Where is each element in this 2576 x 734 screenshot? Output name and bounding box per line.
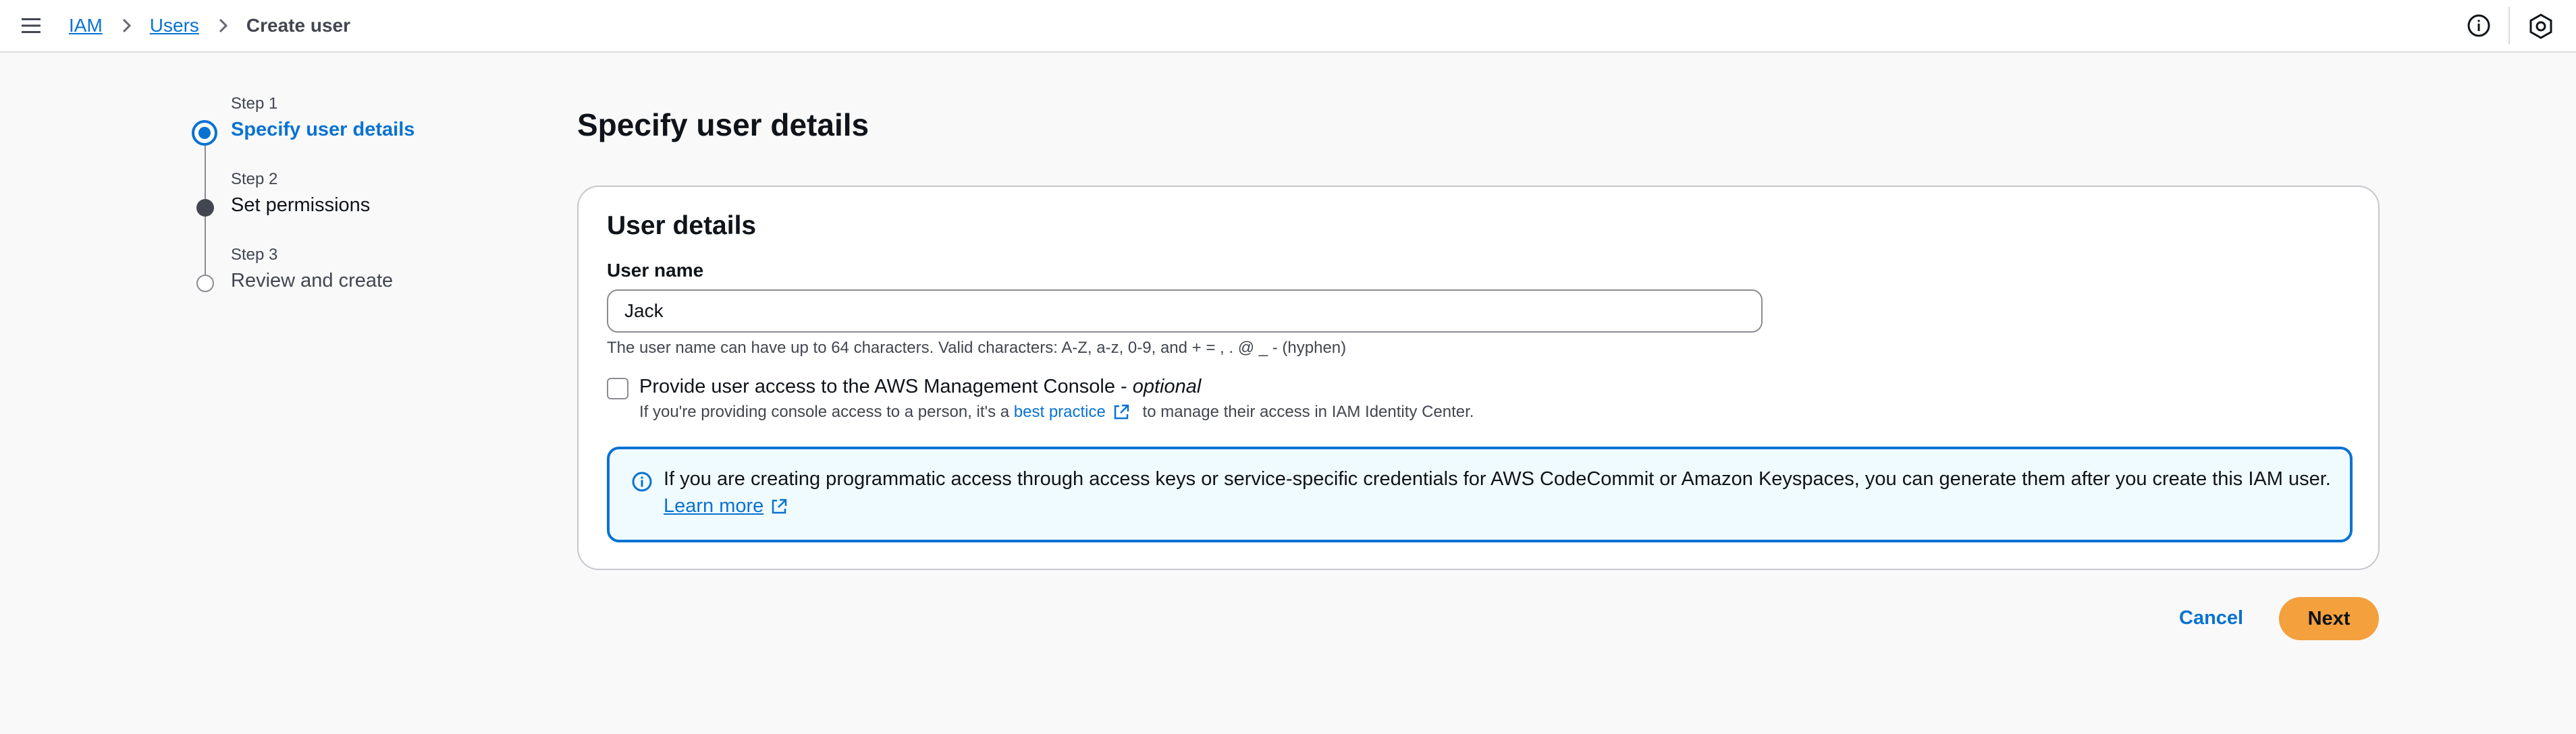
- user-name-label: User name: [607, 260, 704, 281]
- description-text: If you're providing console access to a …: [639, 403, 1014, 421]
- info-icon[interactable]: [2466, 13, 2492, 38]
- step-completed-icon: [196, 199, 214, 217]
- hamburger-menu-icon[interactable]: [20, 16, 42, 35]
- breadcrumb-users[interactable]: Users: [150, 15, 199, 36]
- step-pending-icon: [196, 275, 214, 292]
- info-alert-text: If you are creating programmatic access …: [664, 468, 2331, 490]
- page-title: Specify user details: [577, 107, 869, 142]
- breadcrumb: IAM Users Create user: [69, 12, 350, 39]
- step-title[interactable]: Set permissions: [231, 194, 370, 217]
- best-practice-link[interactable]: best practice: [1014, 403, 1106, 422]
- chevron-right-icon: [122, 18, 131, 33]
- step-current-icon: [192, 120, 217, 146]
- console-access-label-text: Provide user access to the AWS Managemen…: [639, 376, 1133, 397]
- info-alert: If you are creating programmatic access …: [607, 447, 2353, 542]
- breadcrumb-current: Create user: [246, 15, 350, 36]
- card-title: User details: [607, 211, 757, 240]
- learn-more-link[interactable]: Learn more: [664, 495, 796, 517]
- chevron-right-icon: [219, 18, 228, 33]
- user-name-constraint: The user name can have up to 64 characte…: [607, 339, 1347, 357]
- cancel-button[interactable]: Cancel: [2179, 607, 2243, 629]
- step-title: Review and create: [231, 270, 394, 291]
- description-text: to manage their access in IAM Identity C…: [1137, 403, 1474, 421]
- step-number: Step 1: [231, 94, 278, 113]
- user-name-input[interactable]: [607, 289, 1763, 333]
- next-button[interactable]: Next: [2279, 597, 2379, 640]
- learn-more-text[interactable]: Learn more: [664, 495, 763, 517]
- breadcrumb-iam[interactable]: IAM: [69, 15, 103, 36]
- console-access-description: If you're providing console access to a …: [639, 403, 1474, 422]
- top-navigation: IAM Users Create user: [0, 0, 2576, 53]
- console-access-checkbox[interactable]: [607, 378, 628, 399]
- external-link-icon[interactable]: [770, 498, 788, 515]
- console-access-label[interactable]: Provide user access to the AWS Managemen…: [639, 376, 1201, 398]
- optional-text: optional: [1132, 376, 1202, 397]
- step-number: Step 2: [231, 170, 278, 188]
- step-title[interactable]: Specify user details: [231, 119, 414, 141]
- user-details-card: User details User name The user name can…: [577, 186, 2380, 570]
- topbar-divider: [2508, 7, 2510, 45]
- external-link-icon[interactable]: [1112, 403, 1130, 421]
- info-icon: [632, 472, 652, 492]
- step-number: Step 3: [231, 246, 278, 264]
- settings-icon[interactable]: [2527, 13, 2554, 40]
